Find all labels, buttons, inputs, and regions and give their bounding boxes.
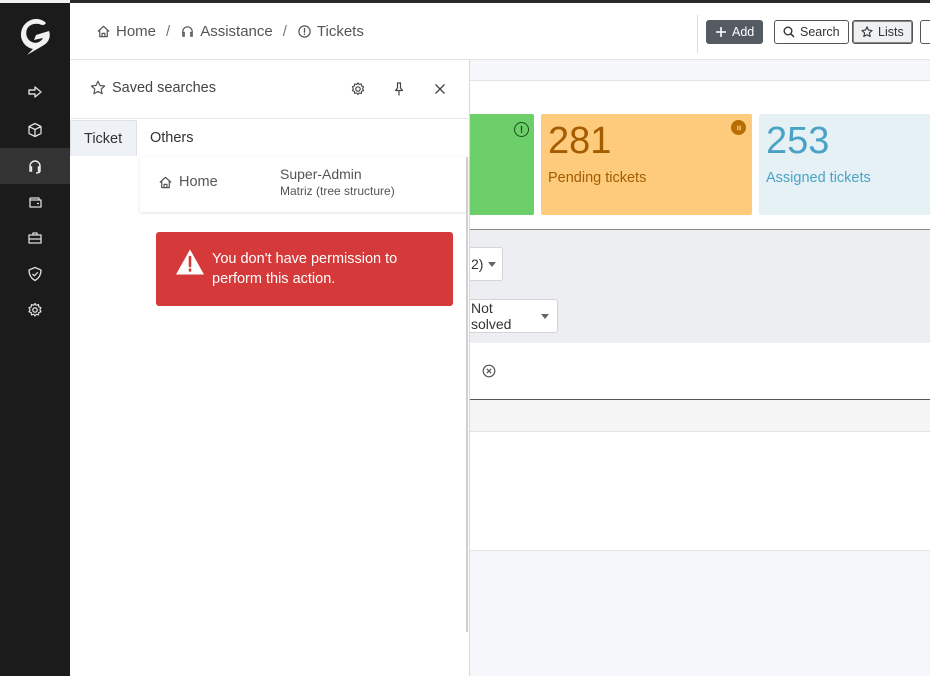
- arrow-right-icon: [28, 86, 42, 98]
- status-select[interactable]: Not solved: [468, 299, 558, 333]
- headset-icon: [29, 160, 41, 174]
- star-icon: [90, 80, 106, 95]
- lists-button[interactable]: Lists: [852, 20, 913, 44]
- star-icon: [861, 26, 873, 38]
- home-icon: [159, 176, 172, 188]
- panel-title: Saved searches: [90, 80, 216, 96]
- pin-icon[interactable]: [391, 81, 407, 97]
- home-icon: [97, 25, 110, 38]
- saved-search-owner: Super-Admin: [280, 166, 362, 182]
- breadcrumb-separator: /: [166, 23, 171, 40]
- panel-scrollbar[interactable]: [466, 157, 468, 632]
- lists-button-label: Lists: [878, 25, 904, 39]
- main-sidebar: [0, 0, 70, 676]
- criteria-select[interactable]: 2): [468, 247, 503, 281]
- saved-search-tabs: Ticket Others: [70, 119, 468, 157]
- tab-ticket[interactable]: Ticket: [70, 120, 137, 156]
- assigned-label: Assigned tickets: [766, 170, 871, 186]
- breadcrumb-tickets[interactable]: Tickets: [297, 23, 364, 40]
- alert-circle-icon: [514, 122, 529, 137]
- gear-icon: [28, 302, 42, 317]
- saved-search-name-label: Home: [179, 174, 218, 190]
- saved-search-name: Home: [158, 174, 218, 190]
- add-button[interactable]: Add: [706, 20, 764, 44]
- stat-card-new[interactable]: [468, 114, 534, 215]
- sidebar-item-assistance[interactable]: [25, 156, 45, 176]
- clear-circle-icon[interactable]: [482, 364, 496, 378]
- main-content: 281 Pending tickets 253 Assigned tickets…: [468, 60, 930, 676]
- pending-count: 281: [548, 120, 612, 162]
- search-criteria: 2) Not solved: [468, 229, 930, 343]
- stat-card-pending[interactable]: 281 Pending tickets: [541, 114, 752, 215]
- saved-searches-panel: Saved searches Ticket Others Home Super-…: [70, 60, 470, 676]
- gear-icon[interactable]: [350, 81, 366, 97]
- permission-alert: You don't have permission to perform thi…: [156, 232, 453, 306]
- results-table: [468, 432, 930, 551]
- sidebar-item-tools[interactable]: [25, 228, 45, 248]
- sidebar-item-assets[interactable]: [25, 120, 45, 140]
- panel-title-label: Saved searches: [112, 80, 216, 96]
- sidebar-item-plugins[interactable]: [25, 82, 45, 102]
- search-actions: [468, 343, 930, 400]
- pause-icon: [731, 120, 746, 135]
- pending-label: Pending tickets: [548, 170, 647, 186]
- tab-others[interactable]: Others: [137, 120, 207, 156]
- breadcrumb-assistance[interactable]: Assistance: [180, 23, 273, 40]
- results-header: [468, 400, 930, 432]
- headset-icon: [182, 26, 193, 37]
- chevron-down-icon: [541, 313, 549, 319]
- add-button-label: Add: [732, 25, 755, 39]
- breadcrumb-home-label: Home: [116, 23, 157, 40]
- warning-icon: [176, 249, 204, 275]
- sidebar-item-setup[interactable]: [25, 300, 45, 320]
- top-bar: Home / Assistance / Tickets Add Search L…: [70, 0, 930, 60]
- breadcrumb-tickets-label: Tickets: [316, 23, 364, 40]
- search-icon: [783, 26, 795, 38]
- plus-icon: [716, 27, 726, 37]
- alert-message: You don't have permission to perform thi…: [212, 251, 398, 287]
- breadcrumb-separator: /: [282, 23, 287, 40]
- panel-header: Saved searches: [70, 60, 470, 119]
- breadcrumb: Home / Assistance / Tickets: [96, 23, 364, 40]
- more-button[interactable]: [920, 20, 930, 44]
- search-button-label: Search: [800, 25, 840, 39]
- alert-circle-icon: [298, 25, 311, 38]
- shield-icon: [28, 266, 42, 282]
- box-icon: [28, 122, 42, 138]
- assigned-count: 253: [766, 120, 830, 162]
- saved-search-item[interactable]: Home Super-Admin Matriz (tree structure): [140, 157, 468, 212]
- saved-search-entity: Matriz (tree structure): [280, 184, 395, 198]
- criteria-select-value: 2): [471, 256, 484, 272]
- wallet-icon: [29, 197, 42, 208]
- glpi-logo[interactable]: [14, 15, 56, 57]
- breadcrumb-assistance-label: Assistance: [200, 23, 273, 40]
- status-select-value: Not solved: [471, 300, 512, 332]
- stat-card-assigned[interactable]: 253 Assigned tickets: [759, 114, 930, 215]
- close-icon[interactable]: [432, 81, 448, 97]
- breadcrumb-home[interactable]: Home: [96, 23, 156, 40]
- chevron-down-icon: [488, 261, 497, 267]
- toolbar-divider: [697, 15, 698, 53]
- briefcase-icon: [28, 232, 42, 244]
- sidebar-item-management[interactable]: [25, 192, 45, 212]
- search-button[interactable]: Search: [774, 20, 849, 44]
- sidebar-item-administration[interactable]: [25, 264, 45, 284]
